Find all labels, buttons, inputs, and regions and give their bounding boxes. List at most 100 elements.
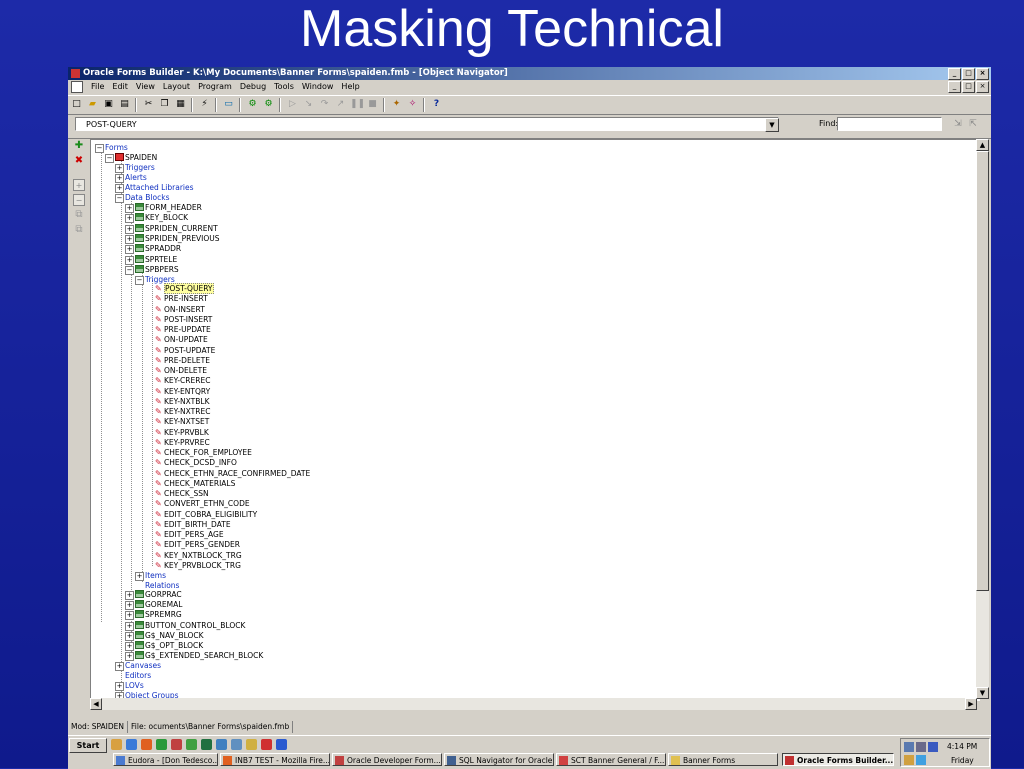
tree-node-block[interactable]: + SPREMRG [125, 610, 182, 621]
delete-icon[interactable]: ✖ [73, 155, 85, 167]
tree-node-alerts[interactable]: + Alerts [115, 173, 147, 183]
network-icon[interactable] [904, 742, 914, 752]
tree-node-trigger[interactable]: ✎ POST-QUERY [155, 283, 214, 294]
menu-help[interactable]: Help [337, 80, 363, 94]
tree-node-trigger[interactable]: ✎ KEY-CREREC [155, 376, 210, 386]
scroll-up-icon[interactable]: ▲ [976, 139, 989, 151]
layout-wizard-icon[interactable]: ✧ [406, 98, 419, 111]
tree-node-trigger[interactable]: ✎ ON-UPDATE [155, 335, 208, 345]
step-over-icon[interactable]: ↷ [318, 98, 331, 111]
tree-node-block[interactable]: + FORM_HEADER [125, 203, 202, 213]
tree-node-trigger[interactable]: ✎ KEY-PRVBLK [155, 428, 209, 438]
menu-edit[interactable]: Edit [108, 80, 132, 94]
tree-node-trigger[interactable]: ✎ KEY_NXTBLOCK_TRG [155, 551, 242, 561]
menu-layout[interactable]: Layout [159, 80, 194, 94]
expand-icon[interactable]: + [115, 662, 124, 671]
paste-icon[interactable]: ▦ [174, 98, 187, 111]
expand-icon[interactable]: + [125, 621, 134, 631]
search-forward-icon[interactable]: ⇲ [951, 118, 965, 130]
task-oracle-developer[interactable]: Oracle Developer Form... [332, 753, 442, 766]
tree-node-trigger[interactable]: ✎ PRE-UPDATE [155, 325, 211, 335]
tree-node-block[interactable]: + G$_EXTENDED_SEARCH_BLOCK [125, 651, 263, 662]
collapse-icon[interactable]: − [95, 144, 104, 153]
expand-icon[interactable]: + [125, 631, 134, 641]
tree-node-block[interactable]: + GOREMAL [125, 600, 182, 611]
tree-node-trigger[interactable]: ✎ EDIT_COBRA_ELIGIBILITY [155, 510, 257, 520]
quicklaunch-pencil-icon[interactable] [111, 739, 122, 750]
quicklaunch-excel-icon[interactable] [156, 739, 167, 750]
tree-node-attached-libraries[interactable]: + Attached Libraries [115, 183, 194, 193]
quicklaunch-firefox-icon[interactable] [141, 739, 152, 750]
tree-node-block[interactable]: + BUTTON_CONTROL_BLOCK [125, 620, 245, 631]
create-icon[interactable]: ✚ [73, 140, 85, 152]
tree-node-block[interactable]: + SPRIDEN_PREVIOUS [125, 233, 220, 244]
tree-node-block[interactable]: + GORPRAC [125, 590, 182, 600]
tree-node-trigger[interactable]: ✎ CHECK_SSN [155, 489, 209, 499]
quicklaunch-browser-icon[interactable] [216, 739, 227, 750]
expand-icon[interactable]: + [125, 591, 134, 600]
collapse-icon[interactable]: − [115, 194, 124, 203]
step-out-icon[interactable]: ↗ [334, 98, 347, 111]
tree-node-data-blocks[interactable]: − Data Blocks [115, 193, 169, 203]
expand-icon[interactable]: + [125, 611, 134, 621]
pause-icon[interactable]: ❚❚ [350, 98, 365, 111]
printer-icon[interactable] [916, 742, 926, 752]
new-icon[interactable]: □ [70, 98, 83, 111]
tree-node-trigger[interactable]: ✎ CHECK_FOR_EMPLOYEE [155, 448, 252, 458]
tree-node-trigger[interactable]: ✎ KEY_PRVBLOCK_TRG [155, 561, 241, 571]
find-input[interactable] [837, 117, 942, 131]
sync-icon[interactable] [916, 755, 926, 765]
vertical-scrollbar[interactable]: ▲ ▼ [976, 139, 989, 699]
debug-go-icon[interactable]: ▷ [286, 98, 299, 111]
tree-node-block[interactable]: + G$_OPT_BLOCK [125, 641, 203, 651]
scroll-down-icon[interactable]: ▼ [976, 687, 989, 699]
menu-tools[interactable]: Tools [270, 80, 298, 94]
tree-node-canvases[interactable]: + Canvases [115, 661, 161, 671]
connect-icon[interactable]: ⚡ [198, 98, 211, 111]
tree-node-block[interactable]: + SPRADDR [125, 244, 181, 255]
tree-node-block-spbpers[interactable]: − SPBPERS [125, 265, 179, 275]
tree-node-trigger[interactable]: ✎ CHECK_DCSD_INFO [155, 458, 237, 468]
expand-icon[interactable]: + [125, 652, 134, 662]
tree-node-trigger[interactable]: ✎ CONVERT_ETHN_CODE [155, 499, 250, 509]
collapse-icon[interactable]: − [135, 276, 144, 285]
tree-node-form-triggers[interactable]: + Triggers [115, 163, 155, 173]
stop-icon[interactable]: ■ [366, 98, 379, 111]
menu-view[interactable]: View [132, 80, 159, 94]
scroll-right-icon[interactable]: ▶ [965, 698, 977, 710]
menu-file[interactable]: File [87, 80, 108, 94]
tree-node-trigger[interactable]: ✎ POST-UPDATE [155, 346, 215, 356]
tree-node-editors[interactable]: Editors [125, 671, 151, 681]
scroll-thumb[interactable] [976, 151, 989, 591]
tree-node-lovs[interactable]: + LOVs [115, 681, 144, 691]
expand-icon[interactable]: + [135, 572, 144, 581]
expand-icon[interactable]: + [125, 642, 134, 651]
tree-node-trigger[interactable]: ✎ CHECK_ETHN_RACE_CONFIRMED_DATE [155, 469, 310, 479]
start-button[interactable]: Start [69, 738, 107, 753]
menu-window[interactable]: Window [298, 80, 338, 94]
tree-node-block[interactable]: + G$_NAV_BLOCK [125, 630, 204, 641]
expand-icon[interactable]: + [125, 234, 134, 244]
task-firefox[interactable]: INB7 TEST - Mozilla Fire... [220, 753, 330, 766]
task-oracle-forms-builder[interactable]: Oracle Forms Builder... [782, 753, 894, 766]
compile-all-icon[interactable]: ⚙ [262, 98, 275, 111]
tree-node-items[interactable]: + Items [135, 571, 166, 581]
task-banner-forms-folder[interactable]: Banner Forms [668, 753, 778, 766]
child-restore-button[interactable]: □ [962, 81, 975, 93]
collapse-icon[interactable]: − [125, 266, 134, 275]
object-location-combo[interactable]: POST-QUERY [75, 117, 779, 131]
quicklaunch-people-icon[interactable] [201, 739, 212, 750]
tree-node-form[interactable]: − SPAIDEN [105, 153, 157, 163]
tree-node-trigger[interactable]: ✎ KEY-ENTQRY [155, 387, 210, 397]
quicklaunch-folder-icon[interactable] [246, 739, 257, 750]
tree-node-forms[interactable]: − Forms [95, 143, 128, 153]
tree-node-trigger[interactable]: ✎ EDIT_PERS_AGE [155, 530, 224, 540]
tree-node-trigger[interactable]: ✎ EDIT_PERS_GENDER [155, 540, 240, 550]
quicklaunch-app-icon[interactable] [186, 739, 197, 750]
tree-node-trigger[interactable]: ✎ CHECK_MATERIALS [155, 479, 235, 489]
close-button[interactable]: × [976, 68, 989, 80]
open-icon[interactable]: ▰ [86, 98, 99, 111]
minimize-button[interactable]: _ [948, 68, 961, 80]
volume-icon[interactable] [904, 755, 914, 765]
compile-icon[interactable]: ⚙ [246, 98, 259, 111]
